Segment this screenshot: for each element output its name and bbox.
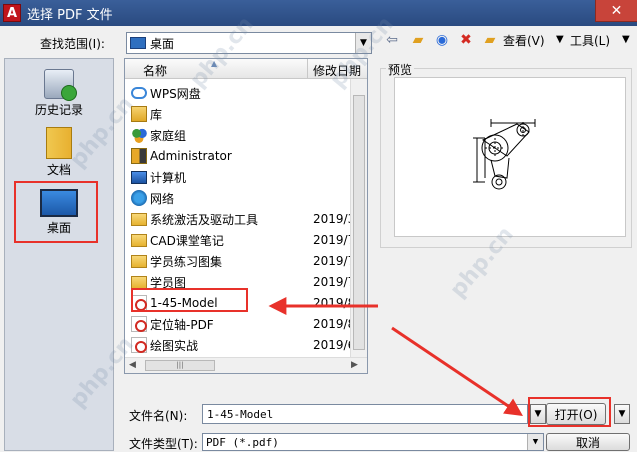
pdf-file-icon: [131, 337, 147, 353]
header-separator: [307, 59, 308, 79]
user-folder-icon: [131, 148, 147, 164]
place-history-label: 历史记录: [34, 103, 83, 117]
scroll-left-icon[interactable]: ◀: [129, 360, 136, 370]
file-name: 学员练习图集: [150, 254, 223, 269]
places-bar: 历史记录 文档 桌面: [4, 58, 114, 451]
file-name: 家庭组: [150, 128, 187, 143]
sort-ascending-icon: ▲: [211, 59, 218, 68]
list-item[interactable]: 计算机: [131, 167, 367, 187]
open-highlight-box: [528, 397, 611, 427]
window-title: 选择 PDF 文件: [27, 7, 113, 23]
list-item[interactable]: CAD课堂笔记 2019/7: [131, 230, 367, 250]
up-folder-icon[interactable]: ▰: [408, 31, 428, 49]
file-date: 2019/7: [313, 233, 356, 247]
file-name: Administrator: [150, 149, 232, 163]
documents-folder-icon: [46, 127, 72, 159]
search-web-icon[interactable]: ◉: [432, 31, 452, 49]
file-date: 2019/8: [313, 317, 356, 331]
place-documents[interactable]: 文档: [5, 127, 113, 178]
file-name: 绘图实战: [150, 338, 199, 353]
folder-icon: [131, 212, 147, 226]
file-date: 2019/7: [313, 254, 356, 268]
desktop-small-icon: [130, 37, 146, 49]
filename-label: 文件名(N):: [129, 409, 188, 423]
filetype-label: 文件类型(T):: [129, 437, 198, 451]
close-button[interactable]: ✕: [595, 0, 637, 22]
preview-label: 预览: [386, 61, 415, 78]
computer-icon: [131, 170, 147, 184]
cancel-button[interactable]: 取消: [546, 433, 630, 451]
folder-icon: [131, 254, 147, 268]
filetype-value: PDF (*.pdf): [206, 435, 279, 449]
column-date-header[interactable]: 修改日期: [313, 62, 361, 79]
list-item[interactable]: 家庭组: [131, 125, 367, 145]
folder-icon: [131, 233, 147, 247]
open-options-dropdown-icon[interactable]: ▼: [614, 404, 630, 424]
cad-drawing-thumbnail: [473, 119, 536, 190]
history-icon: [44, 69, 77, 101]
desktop-highlight-box: [14, 181, 98, 243]
file-date: 2019/8: [313, 296, 356, 310]
list-item[interactable]: 绘图实战 2019/6: [131, 335, 367, 355]
vertical-scroll-thumb[interactable]: [353, 95, 365, 350]
scroll-right-icon[interactable]: ▶: [351, 360, 358, 370]
file-name: 网络: [150, 191, 175, 206]
place-documents-label: 文档: [46, 163, 71, 177]
list-item[interactable]: 系统激活及驱动工具 2019/3: [131, 209, 367, 229]
file-name: 系统激活及驱动工具: [150, 212, 259, 227]
title-bar: A 选择 PDF 文件 ✕: [0, 0, 637, 26]
homegroup-icon: [131, 127, 147, 143]
filename-input[interactable]: 1-45-Model: [202, 404, 528, 424]
list-item[interactable]: 库: [131, 104, 367, 124]
list-item[interactable]: WPS网盘: [131, 83, 367, 103]
file-date: 2019/6: [313, 338, 356, 352]
filetype-combo[interactable]: PDF (*.pdf) ▼: [202, 433, 544, 451]
cancel-button-label: 取消: [575, 435, 600, 450]
library-icon: [131, 106, 147, 122]
arrow-to-open: [391, 326, 523, 417]
file-list-header: 名称 ▲ 修改日期: [125, 59, 367, 79]
autocad-app-icon: A: [3, 4, 21, 22]
file-name: 定位轴-PDF: [150, 317, 214, 332]
chevron-down-icon[interactable]: ▼: [527, 434, 543, 450]
file-list[interactable]: 名称 ▲ 修改日期 WPS网盘 库 家庭组 Administrator 计算机 …: [124, 58, 368, 374]
list-item[interactable]: 学员练习图集 2019/7: [131, 251, 367, 271]
lookin-combo[interactable]: 桌面 ▼: [126, 32, 372, 54]
pdf-file-icon: [131, 316, 147, 332]
lookin-label: 查找范围(I):: [40, 37, 105, 51]
view-dropdown-icon[interactable]: ▼: [556, 34, 564, 45]
column-name-header[interactable]: 名称: [143, 62, 167, 79]
list-item[interactable]: 定位轴-PDF 2019/8: [131, 314, 367, 334]
list-item[interactable]: Administrator: [131, 146, 367, 166]
new-folder-icon[interactable]: ▰: [480, 31, 500, 49]
close-icon: ✕: [610, 2, 623, 19]
file-name: CAD课堂笔记: [150, 233, 224, 248]
tools-menu[interactable]: 工具(L): [570, 32, 610, 49]
back-icon[interactable]: ⇦: [382, 31, 402, 49]
cloud-icon: [131, 87, 147, 99]
file-highlight-box: [131, 288, 248, 312]
file-date: 2019/3: [313, 212, 356, 226]
folder-icon: [131, 275, 147, 289]
view-menu[interactable]: 查看(V): [503, 32, 545, 49]
file-date: 2019/7: [313, 275, 356, 289]
file-name: 计算机: [150, 170, 187, 185]
delete-icon[interactable]: ✖: [456, 31, 476, 49]
file-name: WPS网盘: [150, 86, 201, 101]
filename-value: 1-45-Model: [207, 407, 274, 421]
list-item[interactable]: 网络: [131, 188, 367, 208]
network-icon: [131, 190, 147, 206]
vertical-scrollbar[interactable]: [350, 79, 367, 359]
horizontal-scrollbar[interactable]: ◀ ||| ▶: [125, 357, 367, 373]
file-name: 库: [150, 107, 163, 122]
tools-dropdown-icon[interactable]: ▼: [622, 34, 630, 45]
horizontal-scroll-thumb[interactable]: |||: [145, 360, 215, 371]
place-history[interactable]: 历史记录: [5, 69, 113, 118]
chevron-down-icon[interactable]: ▼: [355, 33, 371, 53]
preview-pane: [394, 77, 626, 237]
lookin-value: 桌面: [150, 36, 175, 51]
